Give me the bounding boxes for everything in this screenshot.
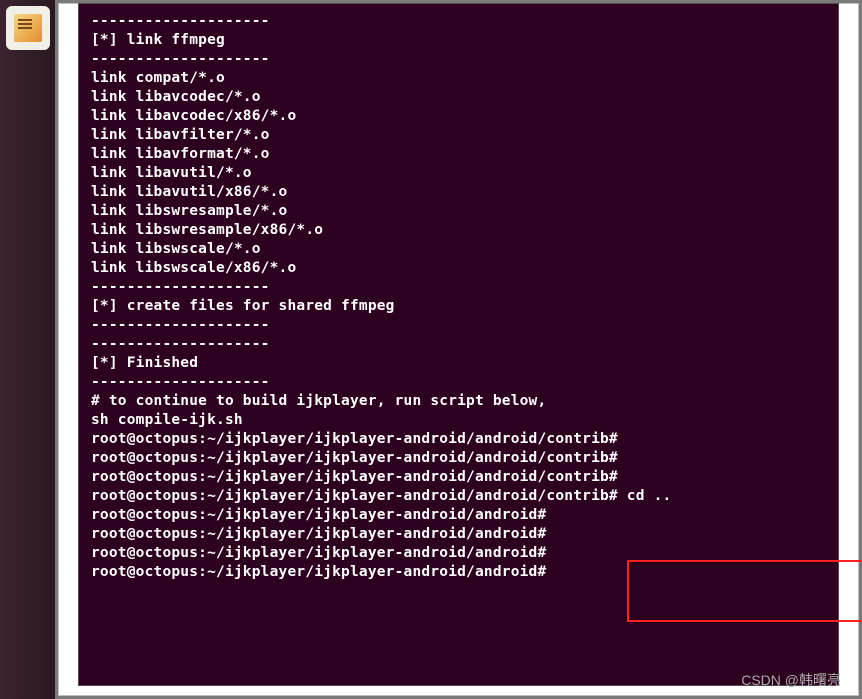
terminal-line: link libswscale/x86/*.o — [91, 259, 826, 278]
terminal-line: link libswscale/*.o — [91, 240, 826, 259]
terminal-line: link libavcodec/x86/*.o — [91, 107, 826, 126]
terminal-line: root@octopus:~/ijkplayer/ijkplayer-andro… — [91, 430, 826, 449]
content-frame: --------------------[*] link ffmpeg-----… — [55, 0, 862, 699]
terminal-line: root@octopus:~/ijkplayer/ijkplayer-andro… — [91, 449, 826, 468]
terminal-line: root@octopus:~/ijkplayer/ijkplayer-andro… — [91, 525, 826, 544]
terminal-line: link libavformat/*.o — [91, 145, 826, 164]
terminal-line: [*] Finished — [91, 354, 826, 373]
terminal-line: root@octopus:~/ijkplayer/ijkplayer-andro… — [91, 544, 826, 563]
terminal-line: [*] create files for shared ffmpeg — [91, 297, 826, 316]
terminal-line: -------------------- — [91, 373, 826, 392]
launcher-bar — [0, 0, 55, 699]
terminal-line: link libavutil/x86/*.o — [91, 183, 826, 202]
terminal-line: [*] link ffmpeg — [91, 31, 826, 50]
terminal-line: root@octopus:~/ijkplayer/ijkplayer-andro… — [91, 563, 826, 582]
terminal-line: root@octopus:~/ijkplayer/ijkplayer-andro… — [91, 468, 826, 487]
terminal-line: -------------------- — [91, 278, 826, 297]
terminal-line: link libavutil/*.o — [91, 164, 826, 183]
terminal-line: -------------------- — [91, 12, 826, 31]
terminal-line: -------------------- — [91, 50, 826, 69]
terminal-line: root@octopus:~/ijkplayer/ijkplayer-andro… — [91, 487, 826, 506]
terminal-line: -------------------- — [91, 316, 826, 335]
watermark-text: CSDN @韩曙亮 — [741, 670, 841, 690]
terminal-line: -------------------- — [91, 335, 826, 354]
terminal-output: --------------------[*] link ffmpeg-----… — [91, 12, 826, 582]
terminal-line: link libswresample/x86/*.o — [91, 221, 826, 240]
terminal-line: root@octopus:~/ijkplayer/ijkplayer-andro… — [91, 506, 826, 525]
terminal-line: link libavfilter/*.o — [91, 126, 826, 145]
text-editor-icon — [14, 14, 42, 42]
terminal-line: # to continue to build ijkplayer, run sc… — [91, 392, 826, 411]
launcher-item-text-editor[interactable] — [6, 6, 50, 50]
terminal-line: link libswresample/*.o — [91, 202, 826, 221]
terminal-line: sh compile-ijk.sh — [91, 411, 826, 430]
terminal-line: link libavcodec/*.o — [91, 88, 826, 107]
terminal-window[interactable]: --------------------[*] link ffmpeg-----… — [78, 3, 839, 686]
terminal-line: link compat/*.o — [91, 69, 826, 88]
